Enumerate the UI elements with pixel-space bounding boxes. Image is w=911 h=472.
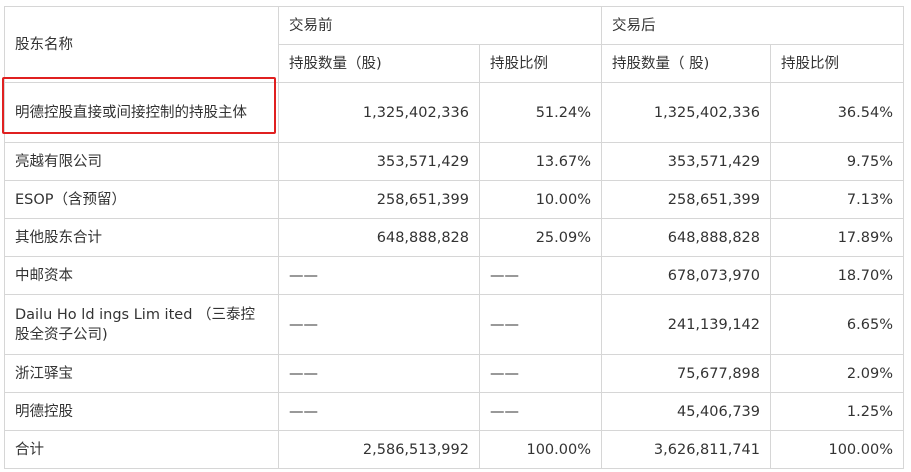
total-label: 合计	[4, 430, 279, 469]
shareholding-table: 股东名称 交易前 交易后 持股数量（股) 持股比例 持股数量（ 股) 持股比例 …	[4, 6, 904, 469]
before-shares: 258,651,399	[278, 180, 480, 219]
shareholder-name: 中邮资本	[4, 256, 279, 295]
after-ratio: 9.75%	[770, 142, 904, 181]
before-ratio: 13.67%	[479, 142, 602, 181]
header-after-ratio: 持股比例	[770, 44, 904, 83]
after-ratio: 18.70%	[770, 256, 904, 295]
table-row: 明德控股 —— —— 45,406,739 1.25%	[4, 392, 904, 431]
header-row-group: 股东名称 交易前 交易后	[4, 6, 904, 83]
shareholder-name: 亮越有限公司	[4, 142, 279, 181]
before-shares: ——	[278, 256, 480, 295]
after-shares: 1,325,402,336	[601, 82, 771, 143]
header-after-shares: 持股数量（ 股)	[601, 44, 771, 83]
before-shares: 353,571,429	[278, 142, 480, 181]
before-ratio: 10.00%	[479, 180, 602, 219]
before-ratio: ——	[479, 392, 602, 431]
before-shares: ——	[278, 354, 480, 393]
shareholder-name: 其他股东合计	[4, 218, 279, 257]
after-shares: 3,626,811,741	[601, 430, 771, 469]
shareholder-name: 明德控股直接或间接控制的持股主体	[4, 82, 279, 143]
table-row: ESOP（含预留） 258,651,399 10.00% 258,651,399…	[4, 180, 904, 219]
table-row: 明德控股直接或间接控制的持股主体 1,325,402,336 51.24% 1,…	[4, 82, 904, 143]
before-shares: 1,325,402,336	[278, 82, 480, 143]
after-ratio: 17.89%	[770, 218, 904, 257]
before-shares: 648,888,828	[278, 218, 480, 257]
table-row: 其他股东合计 648,888,828 25.09% 648,888,828 17…	[4, 218, 904, 257]
before-ratio: 25.09%	[479, 218, 602, 257]
after-ratio: 2.09%	[770, 354, 904, 393]
after-ratio: 36.54%	[770, 82, 904, 143]
shareholder-name: 明德控股	[4, 392, 279, 431]
table-row: Dailu Ho ld ings Lim ited （三泰控股全资子公司) ——…	[4, 294, 904, 355]
after-ratio: 6.65%	[770, 294, 904, 355]
after-shares: 75,677,898	[601, 354, 771, 393]
after-ratio: 1.25%	[770, 392, 904, 431]
after-ratio: 7.13%	[770, 180, 904, 219]
header-shareholder-name: 股东名称	[4, 6, 279, 83]
after-shares: 241,139,142	[601, 294, 771, 355]
after-shares: 353,571,429	[601, 142, 771, 181]
before-ratio: ——	[479, 256, 602, 295]
table-row-total: 合计 2,586,513,992 100.00% 3,626,811,741 1…	[4, 430, 904, 469]
before-ratio: 51.24%	[479, 82, 602, 143]
table-row: 浙江驿宝 —— —— 75,677,898 2.09%	[4, 354, 904, 393]
table-row: 中邮资本 —— —— 678,073,970 18.70%	[4, 256, 904, 295]
before-shares: ——	[278, 392, 480, 431]
after-shares: 678,073,970	[601, 256, 771, 295]
after-shares: 45,406,739	[601, 392, 771, 431]
before-ratio: ——	[479, 354, 602, 393]
before-shares: ——	[278, 294, 480, 355]
table-row: 亮越有限公司 353,571,429 13.67% 353,571,429 9.…	[4, 142, 904, 181]
after-shares: 258,651,399	[601, 180, 771, 219]
header-before-shares: 持股数量（股)	[278, 44, 480, 83]
header-before-transaction: 交易前	[278, 6, 602, 45]
before-ratio: 100.00%	[479, 430, 602, 469]
before-shares: 2,586,513,992	[278, 430, 480, 469]
header-after-transaction: 交易后	[601, 6, 904, 45]
after-shares: 648,888,828	[601, 218, 771, 257]
shareholder-name: 浙江驿宝	[4, 354, 279, 393]
before-ratio: ——	[479, 294, 602, 355]
shareholder-name: ESOP（含预留）	[4, 180, 279, 219]
header-before-ratio: 持股比例	[479, 44, 602, 83]
shareholding-table-container: 股东名称 交易前 交易后 持股数量（股) 持股比例 持股数量（ 股) 持股比例 …	[4, 6, 904, 469]
after-ratio: 100.00%	[770, 430, 904, 469]
shareholder-name: Dailu Ho ld ings Lim ited （三泰控股全资子公司)	[4, 294, 279, 355]
